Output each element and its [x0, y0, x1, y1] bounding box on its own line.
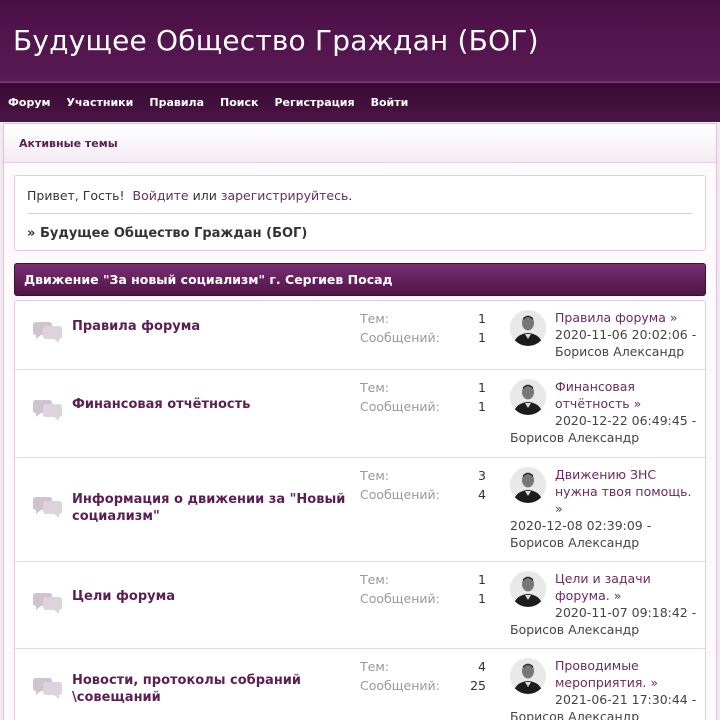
board-name[interactable]: Новости, протоколы собраний \совещаний	[72, 672, 352, 706]
avatar[interactable]	[510, 658, 546, 694]
last-post-arrow[interactable]: »	[610, 588, 622, 603]
greeting: Привет, Гость!	[27, 188, 125, 203]
nav-rules[interactable]: Правила	[149, 96, 204, 109]
active-topics-link[interactable]: Активные темы	[19, 137, 118, 150]
topics-label: Тем:	[360, 659, 389, 674]
posts-label: Сообщений:	[360, 330, 440, 345]
posts-count: 4	[478, 487, 486, 502]
last-post-link[interactable]: Проводимые мероприятия.	[555, 658, 646, 690]
last-post-date: 2021-06-21 17:30:44 -	[555, 692, 697, 707]
last-post-arrow[interactable]: »	[630, 396, 642, 411]
posts-count: 1	[478, 330, 486, 345]
board-row: Новости, протоколы собраний \совещаний Те…	[15, 649, 705, 720]
posts-label: Сообщений:	[360, 678, 440, 693]
board-name[interactable]: Информация о движении за "Новый социализ…	[72, 491, 352, 525]
login-link[interactable]: Войдите	[133, 188, 189, 203]
board-icon	[31, 399, 63, 421]
posts-label: Сообщений:	[360, 591, 440, 606]
nav-register[interactable]: Регистрация	[274, 96, 354, 109]
posts-count: 1	[478, 399, 486, 414]
subnav-bar: Активные темы	[4, 124, 716, 163]
last-post: Движению ЗНС нужна твоя помощь. » 2020-12…	[510, 466, 702, 551]
topics-label: Тем:	[360, 311, 389, 326]
board-name[interactable]: Цели форума	[72, 588, 352, 605]
last-post-arrow[interactable]: »	[646, 675, 658, 690]
last-post-arrow[interactable]: »	[555, 501, 563, 516]
last-post-author[interactable]: Борисов Александр	[510, 535, 639, 550]
welcome-box: Привет, Гость! Войдите или зарегистрируй…	[14, 175, 706, 251]
last-post-arrow[interactable]: »	[666, 310, 678, 325]
board-row: Правила форума Тем: 1 Сообщений: 1 Правила фо…	[15, 301, 705, 370]
last-post-author[interactable]: Борисов Александр	[555, 344, 684, 359]
board-name[interactable]: Финансовая отчётность	[72, 396, 352, 413]
category-header[interactable]: Движение "За новый социализм" г. Сергиев…	[14, 263, 706, 296]
nav-members[interactable]: Участники	[67, 96, 134, 109]
site-title[interactable]: Будущее Общество Граждан (БОГ)	[13, 24, 720, 57]
board-list: Правила форума Тем: 1 Сообщений: 1 Правила фо…	[14, 300, 706, 720]
last-post-author[interactable]: Борисов Александр	[510, 430, 639, 445]
board-icon	[31, 592, 63, 614]
posts-count: 25	[470, 678, 486, 693]
or-text: или	[192, 188, 217, 203]
board-stats: Тем: 3 Сообщений: 4	[360, 466, 486, 504]
posts-label: Сообщений:	[360, 399, 440, 414]
board-stats: Тем: 4 Сообщений: 25	[360, 657, 486, 695]
posts-count: 1	[478, 591, 486, 606]
topics-count: 1	[478, 572, 486, 587]
last-post-author[interactable]: Борисов Александр	[510, 622, 639, 637]
last-post-date: 2020-12-08 02:39:09 -	[510, 518, 652, 533]
topics-label: Тем:	[360, 572, 389, 587]
board-stats: Тем: 1 Сообщений: 1	[360, 309, 486, 347]
board-icon	[31, 496, 63, 518]
topics-count: 3	[478, 468, 486, 483]
last-post-link[interactable]: Цели и задачи форума.	[555, 571, 651, 603]
last-post: Финансовая отчётность » 2020-12-22 06:49:…	[510, 378, 702, 446]
board-stats: Тем: 1 Сообщений: 1	[360, 570, 486, 608]
register-link[interactable]: зарегистрируйтесь	[221, 188, 349, 203]
last-post-author[interactable]: Борисов Александр	[510, 709, 639, 720]
avatar[interactable]	[510, 310, 546, 346]
topics-count: 4	[478, 659, 486, 674]
last-post: Проводимые мероприятия. » 2021-06-21 17:3…	[510, 657, 702, 720]
topics-label: Тем:	[360, 468, 389, 483]
main-nav: Форум Участники Правила Поиск Регистраци…	[0, 82, 720, 122]
breadcrumb-forum-name[interactable]: Будущее Общество Граждан (БОГ)	[40, 226, 307, 241]
avatar[interactable]	[510, 379, 546, 415]
nav-search[interactable]: Поиск	[220, 96, 258, 109]
avatar[interactable]	[510, 571, 546, 607]
last-post: Цели и задачи форума. » 2020-11-07 09:18:…	[510, 570, 702, 638]
posts-label: Сообщений:	[360, 487, 440, 502]
last-post-link[interactable]: Правила форума	[555, 310, 666, 325]
board-row: Информация о движении за "Новый социализ…	[15, 458, 705, 562]
topics-count: 1	[478, 380, 486, 395]
welcome-line: Привет, Гость! Войдите или зарегистрируй…	[27, 188, 693, 214]
last-post-link[interactable]: Финансовая отчётность	[555, 379, 635, 411]
nav-forum[interactable]: Форум	[8, 96, 51, 109]
main-content: Активные темы Привет, Гость! Войдите или…	[3, 123, 717, 720]
nav-login[interactable]: Войти	[371, 96, 409, 109]
last-post-date: 2020-11-06 20:02:06 -	[555, 327, 697, 342]
board-row: Финансовая отчётность Тем: 1 Сообщений: 1 Фин…	[15, 370, 705, 458]
last-post-date: 2020-12-22 06:49:45 -	[555, 413, 697, 428]
last-post-date: 2020-11-07 09:18:42 -	[555, 605, 697, 620]
board-icon	[31, 677, 63, 699]
board-name[interactable]: Правила форума	[72, 318, 352, 335]
topics-count: 1	[478, 311, 486, 326]
breadcrumb: » Будущее Общество Граждан (БОГ)	[27, 214, 693, 241]
site-header: Будущее Общество Граждан (БОГ)	[0, 0, 720, 82]
board-row: Цели форума Тем: 1 Сообщений: 1 Цели и задачи…	[15, 562, 705, 649]
topics-label: Тем:	[360, 380, 389, 395]
board-stats: Тем: 1 Сообщений: 1	[360, 378, 486, 416]
last-post-link[interactable]: Движению ЗНС нужна твоя помощь.	[555, 467, 691, 499]
breadcrumb-separator: »	[27, 226, 36, 241]
board-icon	[31, 321, 63, 343]
avatar[interactable]	[510, 467, 546, 503]
last-post: Правила форума » 2020-11-06 20:02:06 - Бо…	[510, 309, 702, 360]
